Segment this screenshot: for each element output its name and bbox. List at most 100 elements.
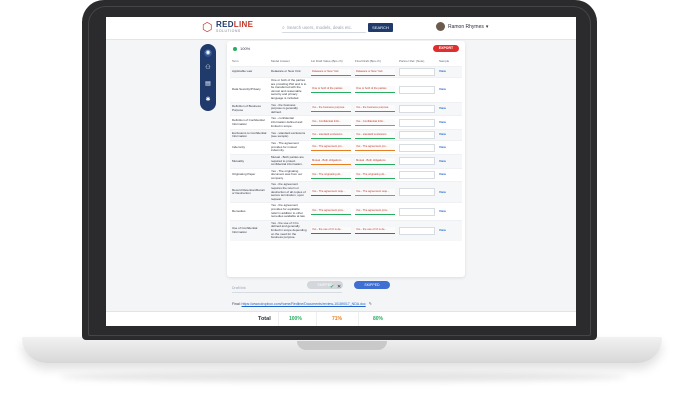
view-sample-link[interactable]: View <box>439 228 446 232</box>
model-answer: Yes - The originating document was from … <box>271 168 303 180</box>
total-value-3: 80% <box>373 316 384 322</box>
first-draft-select[interactable]: Mutual - Both obligations <box>311 157 351 165</box>
final-draft-select[interactable]: Mutual - Both obligations <box>355 157 395 165</box>
partner-note-input[interactable] <box>399 68 435 76</box>
final-draft-select[interactable]: One or both of the parties <box>355 86 395 94</box>
model-answer: One or both of the parties are providing… <box>271 78 307 100</box>
sidebar: ◉ ⚇ ▤ ✱ <box>200 44 216 111</box>
partner-note-input[interactable] <box>399 188 435 197</box>
model-answer: Mutual - Both parties are required to pr… <box>271 154 304 167</box>
final-draft-select[interactable]: Yes - The agreement pro... <box>355 144 395 152</box>
model-answer: Delaware or New York <box>271 69 301 74</box>
app-screen: ⬡ REDLINE SOLUTIONS ⌕ Search users, model… <box>106 17 576 326</box>
view-sample-link[interactable]: View <box>439 132 446 137</box>
avatar <box>436 22 445 31</box>
table-row: Mutuality Mutual - Both parties are requi… <box>230 153 462 169</box>
first-draft-select[interactable]: Yes - The originating do... <box>311 171 351 179</box>
export-button[interactable]: EXPORT <box>433 45 459 52</box>
first-draft-select[interactable]: Yes - The agreement requ... <box>311 188 351 196</box>
totals-bar: Total 100% 71% 80% <box>106 311 576 326</box>
partner-note-input[interactable] <box>399 131 435 140</box>
final-draft-select[interactable]: Yes - The agreement prov... <box>355 208 395 216</box>
view-sample-link[interactable]: View <box>439 106 446 110</box>
view-sample-link[interactable]: View <box>439 87 446 91</box>
model-answer: Yes - standard exclusions (see sample) <box>271 130 306 139</box>
first-draft-select[interactable]: Yes - standard exclusions <box>311 131 351 139</box>
term-label: Use of Confidential Information <box>232 226 258 234</box>
first-draft-select[interactable]: One or both of the parties <box>311 86 351 94</box>
table-row: Definition of Business Purpose Yes - the … <box>230 101 462 116</box>
sidebar-item-documents[interactable]: ▤ <box>204 80 212 88</box>
first-draft-select[interactable]: Yes - Confidential Infor... <box>311 119 351 127</box>
search-input[interactable]: ⌕ Search users, models, deals etc. <box>282 23 366 33</box>
model-answer: Yes - the agreement provides for equitab… <box>271 203 306 219</box>
final-link-row: Final: https://www.dropbox.com/home/Redl… <box>232 301 373 306</box>
final-draft-select[interactable]: Yes - The originating do... <box>355 171 395 179</box>
totals-label: Total <box>258 316 271 322</box>
column-header: Partner Ref. (Note) <box>399 59 425 63</box>
column-header: Term <box>232 59 239 63</box>
table-row: Exclusions to Confidential Information Ye… <box>230 129 462 141</box>
view-sample-link[interactable]: View <box>439 120 446 124</box>
sidebar-item-users[interactable]: ⚇ <box>204 64 212 72</box>
partner-note-input[interactable] <box>399 143 435 152</box>
partner-note-input[interactable] <box>399 171 435 180</box>
partner-note-input[interactable] <box>399 104 435 113</box>
partner-note-input[interactable] <box>399 157 435 166</box>
final-draft-select[interactable]: Yes - standard exclusions <box>355 131 395 139</box>
search-button[interactable]: SEARCH <box>368 23 393 32</box>
sidebar-item-dashboard[interactable]: ◉ <box>204 49 212 57</box>
view-sample-link[interactable]: View <box>439 145 446 149</box>
partner-note-input[interactable] <box>399 207 435 216</box>
partner-note-input[interactable] <box>399 118 435 127</box>
first-draft-select[interactable]: Delaware or New York <box>311 68 351 76</box>
user-menu[interactable]: Ramon Rhymes ▾ <box>436 22 488 31</box>
first-draft-select[interactable]: Yes - The agreement prov... <box>311 208 351 216</box>
first-draft-select[interactable]: Yes - the business purpose <box>311 105 351 113</box>
chevron-down-icon: ▾ <box>485 23 489 30</box>
view-sample-link[interactable]: View <box>439 190 446 194</box>
final-link[interactable]: https://www.dropbox.com/home/Redline/Doc… <box>242 302 366 306</box>
close-icon[interactable]: ✕ <box>337 284 341 290</box>
dashboard-icon: ◉ <box>205 50 211 56</box>
column-header: Sample <box>439 59 450 63</box>
model-answer: Yes - The agreement provides for mutual … <box>271 141 299 153</box>
app-logo[interactable]: ⬡ REDLINE SOLUTIONS <box>202 21 253 34</box>
final-draft-select[interactable]: Delaware or New York <box>355 68 395 76</box>
view-sample-link[interactable]: View <box>439 209 446 213</box>
terms-table: Term Model Answer 1st Draft Value (Bps ch)… <box>230 58 462 241</box>
logo-subtitle: SOLUTIONS <box>216 29 241 33</box>
pencil-icon[interactable]: ✎ <box>369 301 372 306</box>
partner-note-input[interactable] <box>399 226 435 235</box>
term-label: Originating Paper <box>232 172 256 177</box>
check-icon[interactable]: ✔ <box>330 284 334 290</box>
table-row: Indemnity Yes - The agreement provides fo… <box>230 140 462 155</box>
column-header: 1st Draft Value (Bps ch) <box>311 59 343 63</box>
term-label: Definition of Business Purpose <box>232 104 261 112</box>
final-draft-select[interactable]: Yes - Confidential Infor... <box>355 119 395 127</box>
final-draft-select[interactable]: Yes - the use of CI is de... <box>355 227 395 235</box>
search-icon: ⌕ <box>282 25 285 31</box>
table-row: Data Security/Privacy One or both of the … <box>230 77 462 103</box>
review-card: 100% EXPORT Term Model Answer 1st Draft Va… <box>227 41 465 289</box>
term-label: Applicable Law <box>232 69 253 74</box>
draft-link-field[interactable]: Draft link <box>232 284 342 293</box>
users-icon: ⚇ <box>205 65 211 71</box>
table-body: Applicable Law Delaware or New York Delawa… <box>230 66 462 241</box>
sidebar-item-settings[interactable]: ✱ <box>204 96 212 104</box>
partner-note-input[interactable] <box>399 85 435 94</box>
view-sample-link[interactable]: View <box>439 172 446 176</box>
final-draft-select[interactable]: Yes - the business purpose <box>355 105 395 113</box>
laptop-shadow <box>60 372 626 382</box>
model-answer: Yes - confidential information defined a… <box>271 116 303 128</box>
gear-icon: ✱ <box>205 97 211 103</box>
first-draft-select[interactable]: Yes - The agreement pro... <box>311 144 351 152</box>
view-sample-link[interactable]: View <box>439 69 446 73</box>
first-draft-select[interactable]: Yes - the use of CI is de... <box>311 227 351 235</box>
view-sample-link[interactable]: View <box>439 159 446 163</box>
final-draft-select[interactable]: Yes - The agreement requ... <box>355 188 395 196</box>
submit-button[interactable]: SKIPPED <box>354 281 390 289</box>
table-row: Remedies Yes - the agreement provides for… <box>230 202 462 221</box>
total-value-1: 100% <box>289 316 302 322</box>
table-row: Use of Confidential Information Yes - the… <box>230 219 462 241</box>
